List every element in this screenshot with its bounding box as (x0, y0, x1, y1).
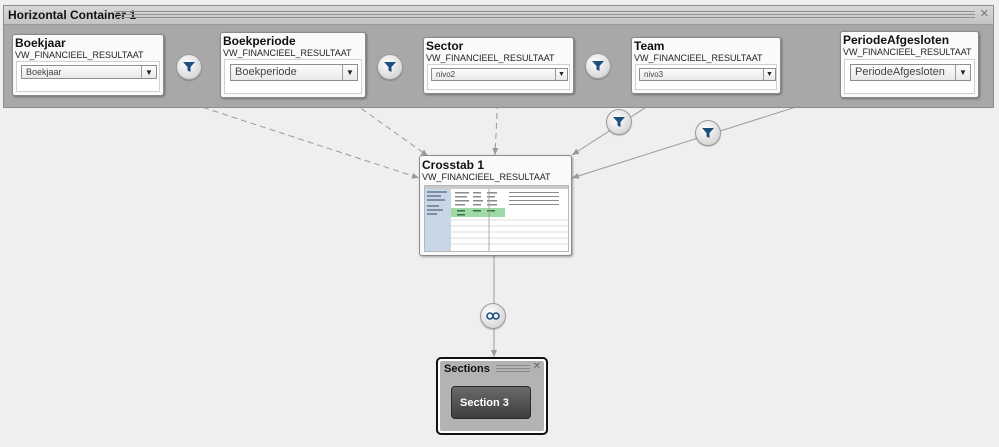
crosstab-source: VW_FINANCIEEL_RESULTAAT (422, 172, 551, 182)
filter-title: Boekperiode (223, 34, 296, 48)
filter-icon[interactable] (695, 120, 721, 146)
periodeafgesloten-dropdown[interactable]: PeriodeAfgesloten ▼ (850, 64, 971, 81)
filter-title: Boekjaar (15, 36, 66, 50)
filter-card-team[interactable]: Team VW_FINANCIEEL_RESULTAAT nivo3 ▼ (631, 37, 781, 94)
chevron-down-icon[interactable]: ▼ (555, 69, 567, 80)
filter-icon[interactable] (606, 109, 632, 135)
container-header[interactable]: Horizontal Container 1 ✕ (4, 6, 993, 25)
sections-header[interactable]: Sections ✕ (440, 361, 544, 377)
filter-card-sector[interactable]: Sector VW_FINANCIEEL_RESULTAAT nivo2 ▼ (423, 37, 574, 94)
filter-title: Sector (426, 39, 464, 53)
filter-body: nivo3 ▼ (635, 64, 777, 90)
boekperiode-dropdown[interactable]: Boekperiode ▼ (230, 64, 358, 81)
crosstab-card[interactable]: Crosstab 1 VW_FINANCIEEL_RESULTAAT (419, 155, 572, 256)
sections-panel: Sections ✕ Section 3 (440, 361, 544, 431)
filter-title: Team (634, 39, 665, 53)
drag-grip[interactable] (496, 365, 530, 373)
dropdown-value: Boekjaar (26, 67, 62, 77)
boekjaar-dropdown[interactable]: Boekjaar ▼ (21, 65, 157, 79)
crosstab-title: Crosstab 1 (422, 158, 485, 172)
filter-source: VW_FINANCIEEL_RESULTAAT (634, 53, 763, 63)
filter-title: PeriodeAfgesloten (843, 33, 950, 47)
filter-body: nivo2 ▼ (427, 64, 570, 90)
filter-body: Boekjaar ▼ (16, 61, 160, 92)
dropdown-value: nivo2 (436, 70, 456, 79)
sector-dropdown[interactable]: nivo2 ▼ (431, 68, 568, 81)
filter-icon[interactable] (585, 53, 611, 79)
chevron-down-icon[interactable]: ▼ (141, 66, 156, 78)
filter-body: Boekperiode ▼ (224, 59, 362, 94)
filter-source: VW_FINANCIEEL_RESULTAAT (223, 48, 352, 58)
chevron-down-icon[interactable]: ▼ (955, 65, 970, 80)
filter-icon[interactable] (176, 54, 202, 80)
filter-body: PeriodeAfgesloten ▼ (844, 59, 975, 94)
filter-source: VW_FINANCIEEL_RESULTAAT (426, 53, 555, 63)
dropdown-value: nivo3 (644, 70, 664, 79)
container-close-icon[interactable]: ✕ (980, 7, 989, 21)
filter-icon[interactable] (377, 54, 403, 80)
chevron-down-icon[interactable]: ▼ (342, 65, 357, 80)
dropdown-value: PeriodeAfgesloten (855, 66, 945, 78)
filter-card-periodeafgesloten[interactable]: PeriodeAfgesloten VW_FINANCIEEL_RESULTAA… (840, 31, 979, 98)
drag-grip[interactable] (114, 11, 975, 19)
filter-source: VW_FINANCIEEL_RESULTAAT (15, 50, 144, 60)
link-icon[interactable] (480, 303, 506, 329)
filter-source: VW_FINANCIEEL_RESULTAAT (843, 47, 972, 57)
crosstab-preview (424, 185, 569, 252)
chevron-down-icon[interactable]: ▼ (763, 69, 775, 80)
filter-card-boekperiode[interactable]: Boekperiode VW_FINANCIEEL_RESULTAAT Boek… (220, 32, 366, 98)
sections-close-icon[interactable]: ✕ (533, 361, 541, 372)
sections-title: Sections (444, 363, 490, 375)
section-3-button[interactable]: Section 3 (451, 386, 531, 419)
filter-card-boekjaar[interactable]: Boekjaar VW_FINANCIEEL_RESULTAAT Boekjaa… (12, 34, 164, 96)
team-dropdown[interactable]: nivo3 ▼ (639, 68, 776, 81)
dropdown-value: Boekperiode (235, 66, 297, 78)
sections-container[interactable]: Sections ✕ Section 3 (436, 357, 548, 435)
